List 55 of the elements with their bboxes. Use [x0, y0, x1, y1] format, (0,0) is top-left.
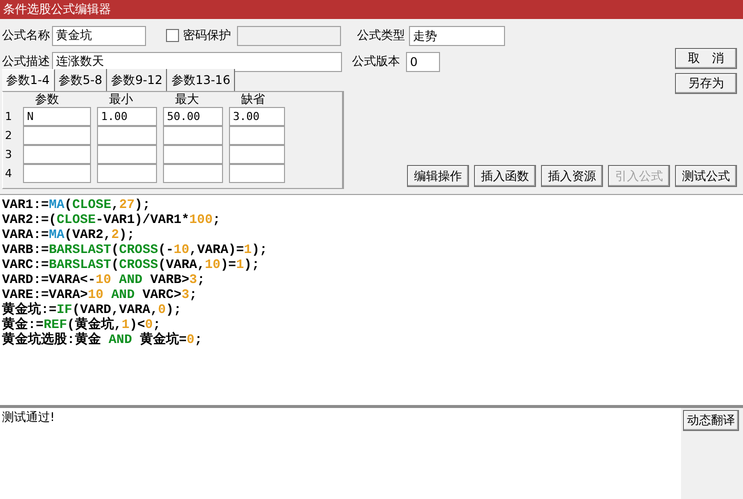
parameter-input[interactable]: N [23, 107, 91, 126]
code-line: 黄金坑:=IF(VARD,VARA,0); [2, 302, 182, 317]
code-line: 黄金坑选股:黄金 AND 黄金坑=0; [2, 332, 204, 347]
toolbar-button[interactable]: 编辑操作 [407, 165, 469, 187]
column-header: 最大 [174, 92, 200, 107]
parameter-input[interactable] [23, 164, 91, 183]
row-number: 4 [5, 166, 13, 182]
parameter-input[interactable] [229, 145, 285, 164]
code-line: VAR1:=MA(CLOSE,27); [2, 197, 152, 212]
formula-description-label: 公式描述 [2, 53, 50, 70]
code-line: VARD:=VARA<-10 AND VARB>3; [2, 272, 206, 287]
formula-type-dropdown[interactable]: 走势 [409, 26, 505, 46]
dialog-button[interactable]: 取 消 [675, 48, 737, 69]
code-line: 黄金:=REF(黄金坑,1)<0; [2, 317, 162, 332]
password-checkbox[interactable] [166, 29, 179, 42]
code-editor[interactable] [0, 194, 743, 405]
toolbar-button[interactable]: 插入函数 [474, 165, 536, 187]
parameter-input[interactable] [23, 126, 91, 145]
parameter-input[interactable] [163, 145, 223, 164]
formula-name-field[interactable]: 黄金坑 [52, 26, 146, 46]
message-text: 测试通过! [2, 410, 55, 424]
code-line: VARE:=VARA>10 AND VARC>3; [2, 287, 198, 302]
parameter-input[interactable]: 3.00 [229, 107, 285, 126]
row-number: 3 [5, 147, 13, 163]
window-title: 条件选股公式编辑器 [3, 1, 111, 18]
dialog-button[interactable]: 另存为 [675, 73, 737, 94]
parameter-input[interactable]: 50.00 [163, 107, 223, 126]
parameter-input[interactable] [97, 164, 157, 183]
row-number: 1 [5, 109, 13, 125]
parameter-tab[interactable]: 参数1-4 [2, 69, 55, 91]
code-line: VARC:=BARSLAST(CROSS(VARA,10)=1); [2, 257, 261, 272]
code-line: VAR2:=(CLOSE-VAR1)/VAR1*100; [2, 212, 222, 227]
code-line: VARB:=BARSLAST(CROSS(-10,VARA)=1); [2, 242, 268, 257]
password-label: 密码保护 [183, 27, 231, 44]
formula-name-label: 公式名称 [2, 27, 50, 44]
formula-description-field[interactable]: 连涨数天 [52, 52, 342, 72]
parameter-input[interactable] [229, 164, 285, 183]
column-header: 最小 [108, 92, 134, 107]
column-header: 参数 [34, 92, 60, 107]
toolbar-button[interactable]: 插入资源 [541, 165, 603, 187]
parameter-input[interactable] [163, 164, 223, 183]
column-header: 缺省 [240, 92, 266, 107]
formula-version-field[interactable]: 0 [406, 52, 440, 72]
parameter-input[interactable]: 1.00 [97, 107, 157, 126]
parameter-input[interactable] [97, 126, 157, 145]
parameter-input[interactable] [23, 145, 91, 164]
parameter-input[interactable] [97, 145, 157, 164]
code-line: VARA:=MA(VAR2,2); [2, 227, 136, 242]
parameter-input[interactable] [229, 126, 285, 145]
row-number: 2 [5, 128, 13, 144]
translate-button[interactable]: 动态翻译 [683, 410, 739, 431]
formula-type-label: 公式类型 [357, 27, 405, 44]
parameter-input[interactable] [163, 126, 223, 145]
formula-version-label: 公式版本 [352, 53, 400, 70]
toolbar-button[interactable]: 测试公式 [675, 165, 737, 187]
